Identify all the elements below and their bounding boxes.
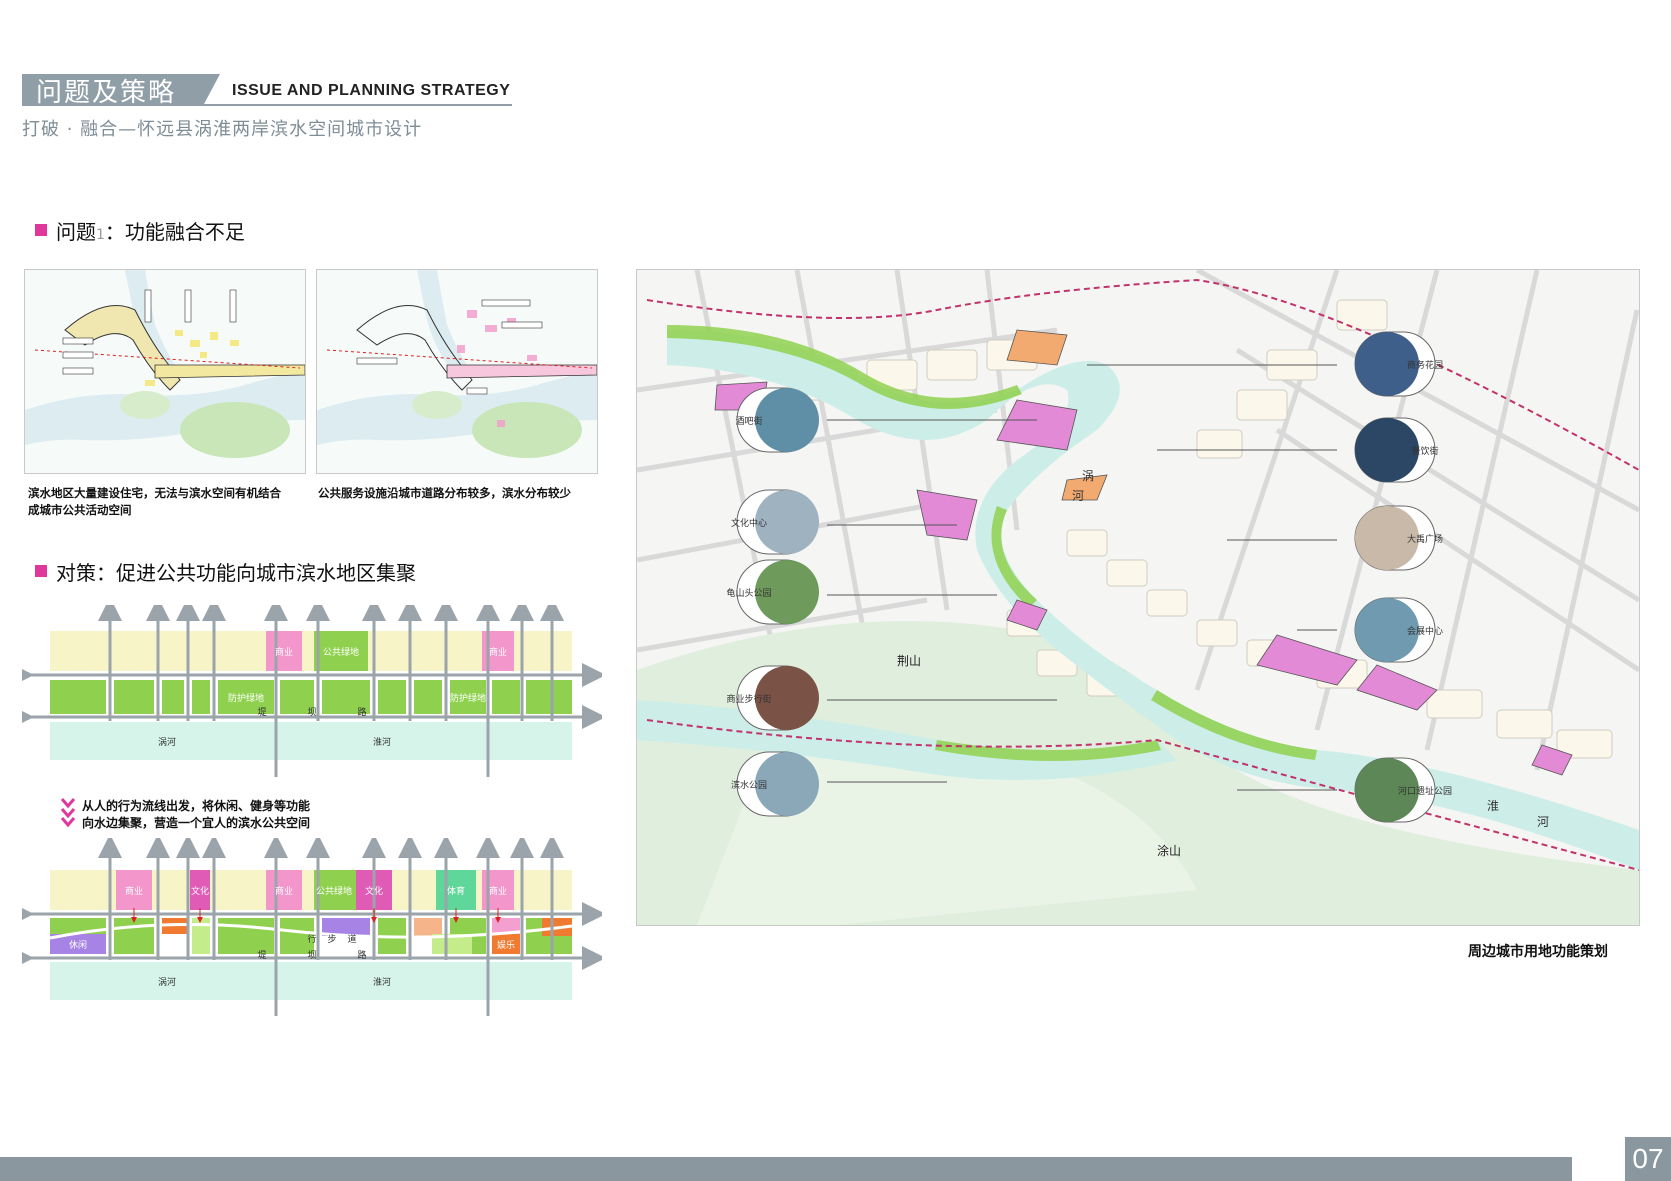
label-guo: 涡 bbox=[1082, 469, 1094, 483]
problem-map-left bbox=[24, 269, 306, 474]
label-walk: 步 bbox=[327, 934, 336, 945]
map-caption: 周边城市用地功能策划 bbox=[1468, 944, 1608, 960]
page-subtitle: 打破 · 融合—怀远县涡淮两岸滨水空间城市设计 bbox=[22, 119, 423, 140]
problem-heading: 问题1：功能融合不足 bbox=[56, 216, 245, 245]
callout-pedestrian-street: 商业步行街 bbox=[726, 693, 771, 705]
problem-heading-label: 问题 bbox=[56, 220, 96, 244]
land-use-map: 酒吧街 文化中心 龟山头公园 商业步行街 滨水公园 商务花园 餐饮街 大禹广场 … bbox=[636, 269, 1640, 926]
label-river: 河 bbox=[1072, 489, 1084, 503]
label-public-green: 公共绿地 bbox=[323, 646, 359, 658]
number-one-icon: 1 bbox=[96, 227, 105, 243]
label-tushan: 涂山 bbox=[1157, 843, 1181, 858]
label-commerce: 商业 bbox=[489, 885, 507, 897]
callout-culture-center: 文化中心 bbox=[731, 517, 767, 529]
label-buffer-green: 防护绿地 bbox=[450, 692, 486, 704]
bullet-square-icon bbox=[35, 224, 47, 236]
footer-bar bbox=[0, 1157, 1572, 1181]
label-entertainment: 娱乐 bbox=[497, 939, 515, 951]
label-huai: 淮 bbox=[1487, 799, 1499, 813]
label-guo-river: 涡河 bbox=[158, 976, 176, 988]
problem-map-left-drawing bbox=[25, 270, 305, 473]
label-guo-river: 涡河 bbox=[158, 736, 176, 748]
callout-business-garden: 商务花园 bbox=[1407, 359, 1443, 371]
label-dam: 坝 bbox=[307, 707, 316, 718]
strategy-note-line1: 从人的行为流线出发，将休闲、健身等功能 bbox=[82, 799, 311, 813]
label-buffer-green: 防护绿地 bbox=[228, 692, 264, 704]
label-walk: 道 bbox=[347, 933, 356, 945]
label-culture: 文化 bbox=[365, 885, 383, 897]
callout-bar-street: 酒吧街 bbox=[735, 415, 762, 427]
callout-dayu-square: 大禹广场 bbox=[1407, 533, 1443, 545]
dining-street-photo bbox=[1355, 418, 1419, 482]
problem-map-right bbox=[316, 269, 598, 474]
callout-waterfront-park: 滨水公园 bbox=[731, 779, 767, 791]
strategy-diagram-after: 商业 文化 商业 公共绿地 文化 体育 商业 休闲 娱乐 堤 坝 路 行 步 道… bbox=[22, 838, 602, 1016]
label-dam: 坝 bbox=[307, 950, 316, 961]
label-walk: 行 bbox=[307, 933, 316, 945]
strategy-note-line2: 向水边集聚，营造一个宜人的滨水公共空间 bbox=[82, 816, 311, 830]
label-dike: 堤 bbox=[257, 707, 266, 718]
caption-right: 公共服务设施沿城市道路分布较多，滨水分布较少 bbox=[318, 486, 571, 500]
label-jingshan: 荆山 bbox=[897, 654, 921, 668]
double-chevron-down-icon bbox=[60, 798, 76, 827]
bar-street-photo bbox=[755, 388, 819, 452]
label-road: 路 bbox=[357, 706, 366, 718]
page-number: 07 bbox=[1625, 1137, 1671, 1181]
callout-turtle-park: 龟山头公园 bbox=[726, 587, 771, 599]
bullet-square-icon bbox=[35, 565, 47, 577]
label-commerce: 商业 bbox=[125, 885, 143, 897]
label-commerce: 商业 bbox=[275, 885, 293, 897]
label-river: 河 bbox=[1537, 815, 1549, 829]
label-huai-river: 淮河 bbox=[373, 736, 391, 748]
label-culture: 文化 bbox=[191, 885, 209, 897]
problem-map-right-drawing bbox=[317, 270, 597, 473]
land-use-map-drawing: 酒吧街 文化中心 龟山头公园 商业步行街 滨水公园 商务花园 餐饮街 大禹广场 … bbox=[637, 270, 1639, 925]
page-title-english: ISSUE AND PLANNING STRATEGY bbox=[232, 82, 511, 99]
header-tab-corner bbox=[204, 74, 220, 104]
callout-exhibition-center: 会展中心 bbox=[1407, 625, 1443, 637]
strategy-heading: 对策：促进公共功能向城市滨水地区集聚 bbox=[56, 561, 416, 585]
strategy-note: 从人的行为流线出发，将休闲、健身等功能 向水边集聚，营造一个宜人的滨水公共空间 bbox=[82, 798, 310, 832]
label-huai-river: 淮河 bbox=[373, 976, 391, 988]
callout-estuary-park: 河口遗址公园 bbox=[1398, 785, 1452, 797]
caption-left: 滨水地区大量建设住宅，无法与滨水空间有机结合成城市公共活动空间 bbox=[28, 486, 281, 517]
label-commerce: 商业 bbox=[489, 646, 507, 658]
header-rule bbox=[22, 104, 512, 106]
problem-heading-rest: ：功能融合不足 bbox=[104, 220, 245, 244]
strategy-diagram-before: 商业 公共绿地 商业 防护绿地 防护绿地 堤 坝 路 涡河 淮河 bbox=[22, 605, 602, 777]
label-road: 路 bbox=[357, 949, 366, 961]
label-public-green: 公共绿地 bbox=[316, 885, 352, 897]
label-dike: 堤 bbox=[257, 950, 266, 961]
label-leisure: 休闲 bbox=[69, 939, 87, 951]
label-sport: 体育 bbox=[447, 885, 465, 897]
label-commerce: 商业 bbox=[275, 646, 293, 658]
callout-dining-street: 餐饮街 bbox=[1411, 445, 1438, 457]
